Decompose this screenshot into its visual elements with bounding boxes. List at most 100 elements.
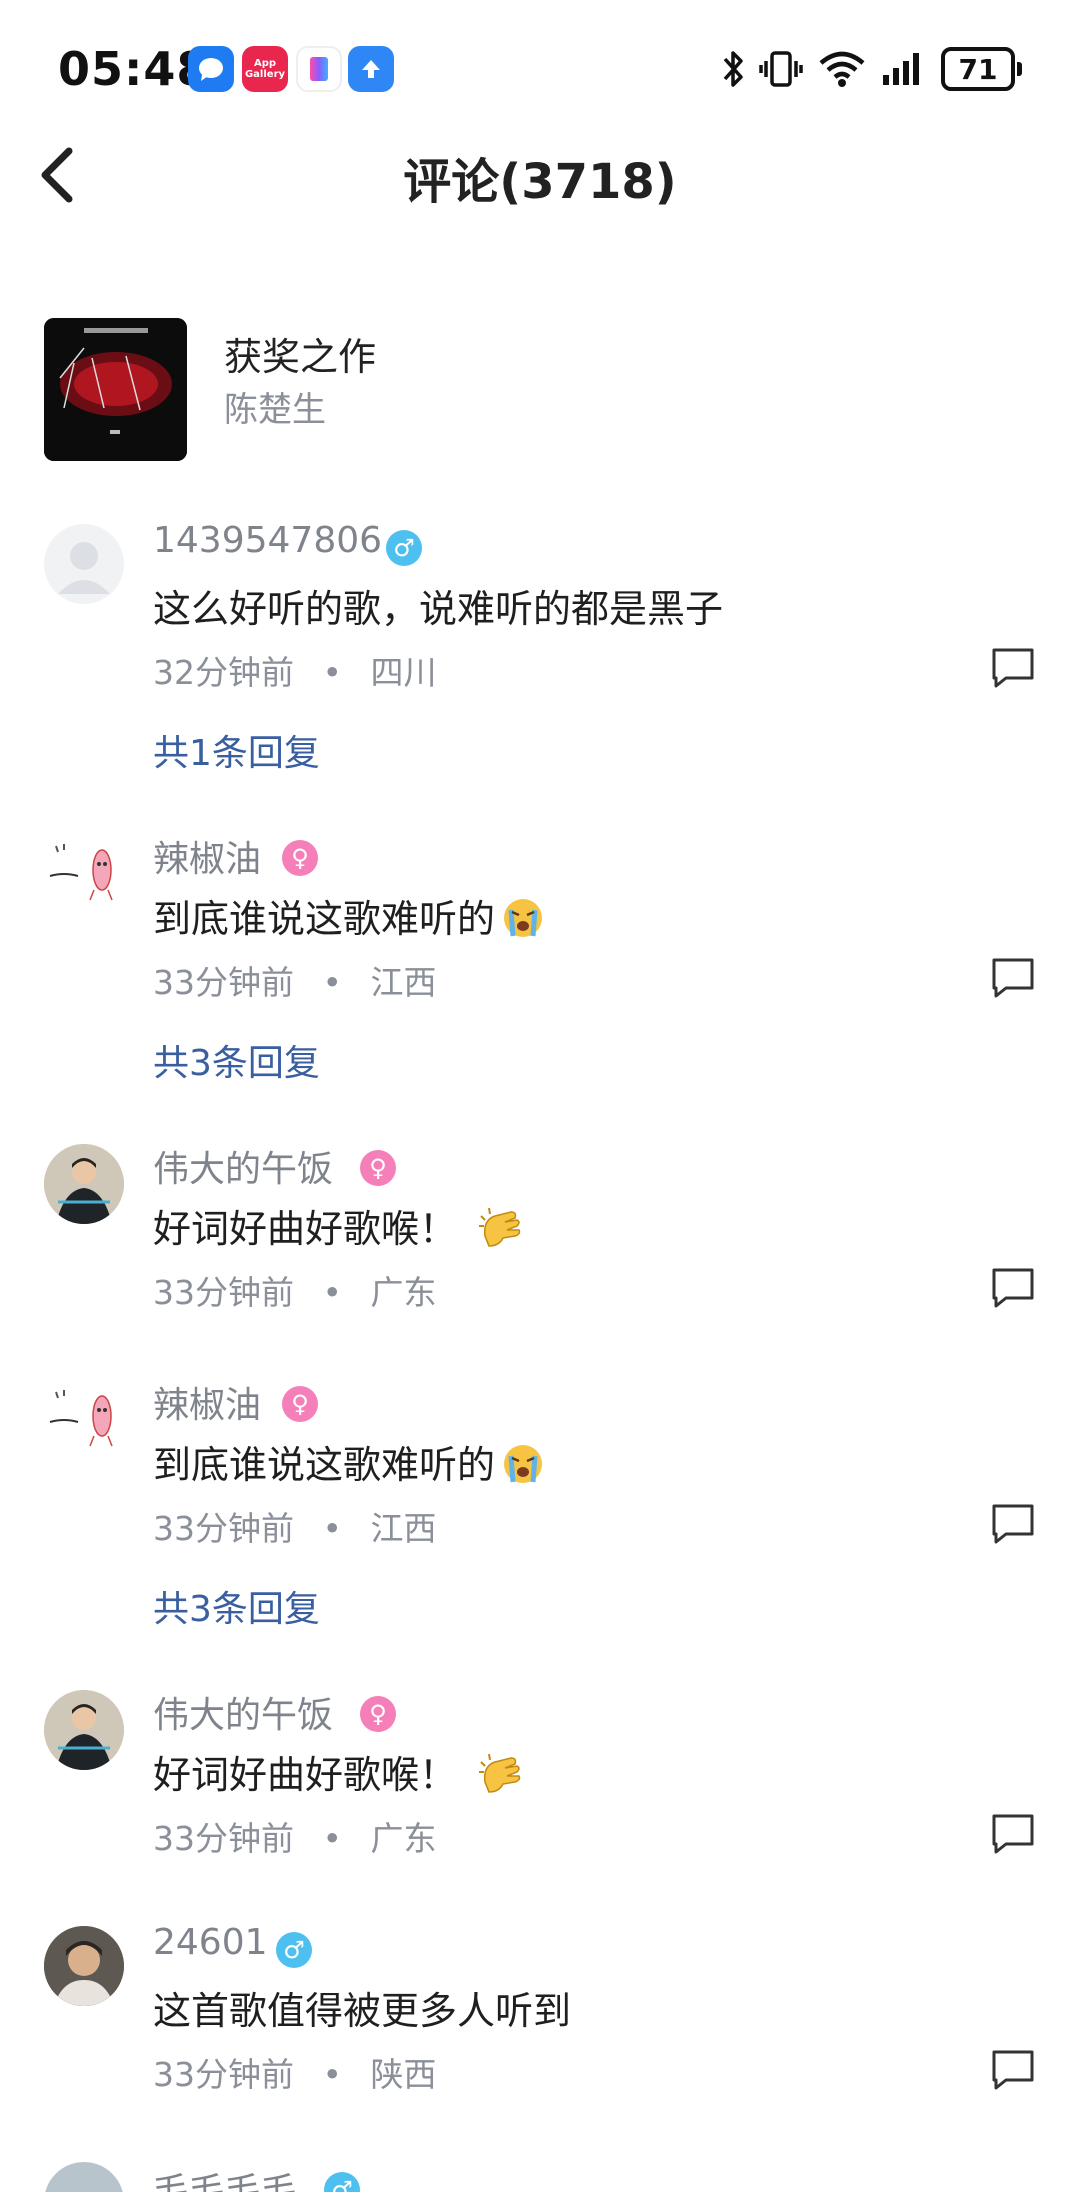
user-name[interactable]: 24601: [153, 1922, 268, 1963]
female-gender-icon: ♀: [360, 1150, 396, 1186]
comment-text: 到底谁说这歌难听的: [153, 888, 545, 949]
comment-text-content: 到底谁说这歌难听的: [153, 1443, 496, 1487]
page-title: 评论(3718): [403, 154, 677, 210]
comment-text: 好词好曲好歌喉！: [153, 1744, 525, 1805]
signal-icon: [883, 53, 919, 85]
comment-meta: 33分钟前 • 江西: [153, 956, 436, 1004]
female-gender-icon: ♀: [282, 1386, 318, 1422]
upload-icon: [348, 46, 394, 92]
avatar[interactable]: [44, 1690, 124, 1770]
female-gender-icon: ♀: [360, 1696, 396, 1732]
reply-button[interactable]: [990, 1266, 1036, 1310]
comment-time: 33分钟前: [153, 2055, 294, 2094]
song-artist: 陈楚生: [224, 390, 326, 430]
male-gender-icon: ♂: [276, 1932, 312, 1968]
comment-text: 这么好听的歌，说难听的都是黑子: [153, 587, 724, 631]
view-replies-link[interactable]: 共3条回复: [153, 1034, 320, 1086]
user-name[interactable]: 1439547806: [153, 520, 382, 561]
status-time: 05:48: [58, 42, 210, 96]
user-name[interactable]: 伟大的午饭: [153, 1140, 333, 1192]
comment-location: 江西: [370, 963, 437, 1002]
reply-button[interactable]: [990, 2048, 1036, 2092]
battery-level: 71: [941, 47, 1015, 91]
meta-separator: •: [322, 1509, 342, 1548]
theme-app-icon: [296, 46, 342, 92]
song-info[interactable]: 获奖之作 陈楚生: [44, 318, 1044, 462]
comment-location: 陕西: [370, 2055, 437, 2094]
meta-separator: •: [322, 1273, 342, 1312]
meta-separator: •: [322, 2055, 342, 2094]
clapping-hands-icon: [477, 1752, 525, 1805]
app-gallery-icon: App Gallery: [242, 46, 288, 92]
avatar[interactable]: [44, 1380, 124, 1460]
wifi-icon: [819, 51, 865, 87]
comment-text-content: 好词好曲好歌喉！: [153, 1753, 458, 1797]
comment-icon: [992, 648, 1034, 688]
user-name[interactable]: 毛毛毛毛: [153, 2162, 297, 2192]
view-replies-link[interactable]: 共1条回复: [153, 724, 320, 776]
vibrate-icon: [759, 51, 803, 87]
female-gender-icon: ♀: [282, 840, 318, 876]
comment-meta: 33分钟前 • 广东: [153, 1812, 436, 1860]
comment-icon: [992, 1504, 1034, 1544]
comment-text: 这首歌值得被更多人听到: [153, 1989, 572, 2033]
comment-text-content: 好词好曲好歌喉！: [153, 1207, 458, 1251]
comment-icon: [992, 2050, 1034, 2090]
crying-face-icon: [501, 1442, 545, 1495]
comment-meta: 33分钟前 • 广东: [153, 1266, 436, 1314]
crying-face-icon: [501, 896, 545, 949]
male-gender-icon: ♂: [324, 2172, 360, 2192]
comment-meta: 33分钟前 • 江西: [153, 1502, 436, 1550]
reply-button[interactable]: [990, 1502, 1036, 1546]
comment-item: 毛毛毛毛 ♂: [0, 2158, 1080, 2192]
page-header: 评论(3718): [0, 140, 1080, 270]
message-icon: [188, 46, 234, 92]
avatar[interactable]: [44, 1144, 124, 1224]
bluetooth-icon: [723, 51, 743, 87]
comment-text: 好词好曲好歌喉！: [153, 1198, 525, 1259]
user-name[interactable]: 伟大的午饭: [153, 1686, 333, 1738]
comment-item: 伟大的午饭 ♀ 好词好曲好歌喉！ 33分钟前 • 广东: [0, 1140, 1080, 1330]
comment-time: 33分钟前: [153, 1509, 294, 1548]
meta-separator: •: [322, 653, 342, 692]
comment-location: 江西: [370, 1509, 437, 1548]
user-name[interactable]: 辣椒油: [153, 830, 261, 882]
comment-text-content: 到底谁说这歌难听的: [153, 897, 496, 941]
user-name[interactable]: 辣椒油: [153, 1376, 261, 1428]
app-gallery-label: App Gallery: [244, 58, 286, 80]
avatar[interactable]: [44, 1926, 124, 2006]
avatar[interactable]: [44, 524, 124, 604]
comment-time: 33分钟前: [153, 963, 294, 1002]
meta-separator: •: [322, 963, 342, 1002]
avatar[interactable]: [44, 834, 124, 914]
status-bar: 05:48 App Gallery 71: [0, 0, 1080, 140]
comment-item: 辣椒油 ♀ 到底谁说这歌难听的 33分钟前 • 江西 共3条回复: [0, 830, 1080, 1090]
comment-time: 33分钟前: [153, 1273, 294, 1312]
comment-item: 辣椒油 ♀ 到底谁说这歌难听的 33分钟前 • 江西 共3条回复: [0, 1376, 1080, 1636]
comment-item: 伟大的午饭 ♀ 好词好曲好歌喉！ 33分钟前 • 广东: [0, 1686, 1080, 1876]
comment-meta: 33分钟前 • 陕西: [153, 2048, 436, 2096]
avatar[interactable]: [44, 2162, 124, 2192]
album-cover[interactable]: [44, 318, 187, 461]
comment-time: 32分钟前: [153, 653, 294, 692]
comment-item: 24601 ♂ 这首歌值得被更多人听到 33分钟前 • 陕西: [0, 1922, 1080, 2112]
battery-icon: 71: [941, 47, 1022, 91]
male-gender-icon: ♂: [386, 530, 422, 566]
view-replies-link[interactable]: 共3条回复: [153, 1580, 320, 1632]
comment-location: 四川: [370, 653, 437, 692]
meta-separator: •: [322, 1819, 342, 1858]
comment-time: 33分钟前: [153, 1819, 294, 1858]
comment-icon: [992, 1814, 1034, 1854]
comment-location: 广东: [370, 1819, 437, 1858]
reply-button[interactable]: [990, 646, 1036, 690]
comment-location: 广东: [370, 1273, 437, 1312]
comment-icon: [992, 958, 1034, 998]
comment-text: 到底谁说这歌难听的: [153, 1434, 545, 1495]
comment-icon: [992, 1268, 1034, 1308]
comment-meta: 32分钟前 • 四川: [153, 646, 436, 694]
reply-button[interactable]: [990, 1812, 1036, 1856]
song-title: 获奖之作: [224, 335, 377, 379]
reply-button[interactable]: [990, 956, 1036, 1000]
system-icons: 71: [721, 44, 1022, 94]
clapping-hands-icon: [477, 1206, 525, 1259]
